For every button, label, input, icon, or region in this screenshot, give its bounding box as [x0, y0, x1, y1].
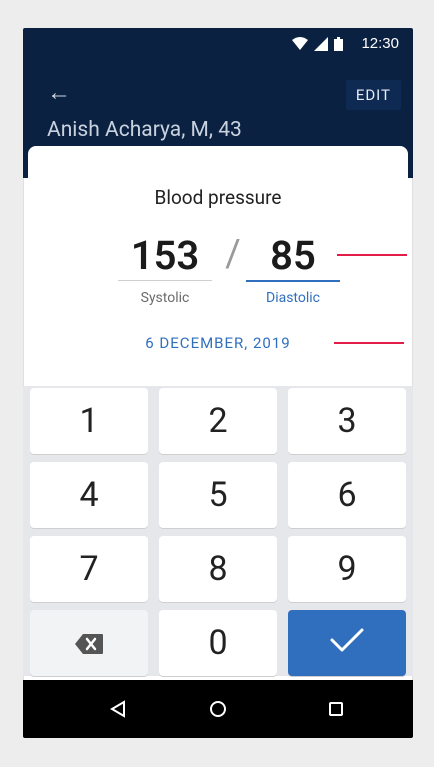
- diastolic-underline: [246, 280, 340, 282]
- patient-info: Anish Acharya, M, 43: [47, 118, 242, 142]
- systolic-label: Systolic: [140, 290, 190, 306]
- bp-fields: 153 / 85 Systolic Diastolic: [28, 232, 408, 312]
- wifi-icon: [292, 36, 308, 55]
- android-nav-bar: [23, 680, 413, 738]
- key-4[interactable]: 4: [30, 462, 148, 528]
- back-arrow-icon[interactable]: ←: [47, 80, 71, 104]
- key-3[interactable]: 3: [288, 388, 406, 454]
- key-2[interactable]: 2: [159, 388, 277, 454]
- clock-time: 12:30: [361, 35, 399, 52]
- key-5[interactable]: 5: [159, 462, 277, 528]
- battery-icon: [334, 36, 343, 55]
- annotation-line: [337, 254, 407, 256]
- numeric-keypad: 1 2 3 4 5 6 7 8 9 0: [23, 386, 413, 676]
- home-icon[interactable]: [189, 690, 247, 728]
- sheet-title: Blood pressure: [154, 186, 282, 209]
- key-6[interactable]: 6: [288, 462, 406, 528]
- key-1[interactable]: 1: [30, 388, 148, 454]
- backspace-icon: [75, 623, 103, 663]
- check-icon: [329, 623, 365, 663]
- signal-icon: [314, 36, 328, 55]
- systolic-input[interactable]: 153: [118, 232, 212, 279]
- diastolic-label: Diastolic: [266, 290, 320, 306]
- back-icon[interactable]: [89, 690, 147, 728]
- bp-entry-sheet: Blood pressure 153 / 85 Systolic Diastol…: [28, 146, 408, 386]
- status-bar: 12:30: [23, 28, 413, 60]
- status-icons: [292, 36, 343, 55]
- key-7[interactable]: 7: [30, 536, 148, 602]
- edit-button[interactable]: EDIT: [345, 80, 401, 110]
- phone-screen: 12:30 ← EDIT Anish Acharya, M, 43 Blood …: [23, 28, 413, 738]
- diastolic-input[interactable]: 85: [246, 232, 340, 279]
- recents-icon[interactable]: [307, 690, 365, 728]
- key-8[interactable]: 8: [159, 536, 277, 602]
- systolic-underline: [118, 280, 212, 281]
- confirm-button[interactable]: [288, 610, 406, 676]
- annotation-line: [334, 342, 404, 344]
- key-9[interactable]: 9: [288, 536, 406, 602]
- slash-separator: /: [225, 232, 241, 276]
- key-0[interactable]: 0: [159, 610, 277, 676]
- backspace-button[interactable]: [30, 610, 148, 676]
